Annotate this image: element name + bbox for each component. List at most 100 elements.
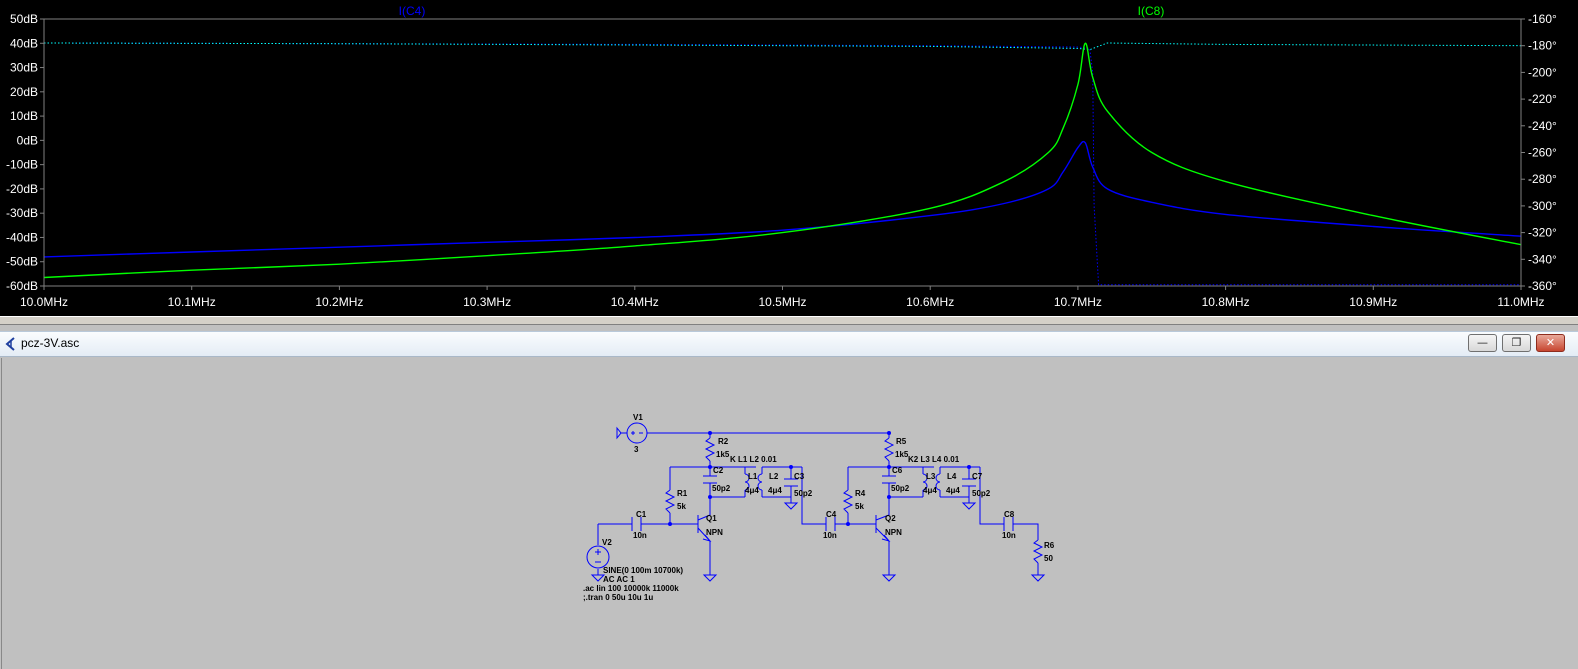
q2-transistor[interactable] (875, 514, 897, 582)
v2-label[interactable]: V2 (602, 538, 612, 547)
c4-label[interactable]: C4 (826, 510, 837, 519)
l4-label[interactable]: L4 (947, 472, 957, 481)
y-right-tick-label: -280° (1528, 172, 1557, 186)
y-left-tick-label: -60dB (6, 279, 38, 293)
q1-label[interactable]: Q1 (706, 514, 717, 523)
l2-label[interactable]: L2 (769, 472, 779, 481)
l2-value[interactable]: 4μ4 (768, 486, 782, 495)
c8-value[interactable]: 10n (1002, 531, 1016, 540)
c2-value[interactable]: 50p2 (712, 484, 731, 493)
x-tick-label: 10.0MHz (20, 295, 68, 309)
ltspice-app-icon[interactable] (4, 336, 18, 352)
y-left-tick-label: 50dB (10, 12, 38, 26)
schematic-titlebar[interactable]: pcz-3V.asc — ❐ ✕ (0, 331, 1578, 357)
schematic-title: pcz-3V.asc (21, 336, 80, 350)
c2-capacitor[interactable] (703, 475, 717, 484)
schematic-drawing[interactable]: V1 3 R2 1k5 R5 1k5 K L1 L2 0.01 K2 L3 L4… (2, 358, 1578, 669)
y-left-tick-label: 0dB (17, 133, 38, 147)
l3-label[interactable]: L3 (926, 472, 936, 481)
r4-resistor[interactable] (842, 489, 854, 514)
pane-splitter[interactable] (0, 316, 1578, 325)
r4-label[interactable]: R4 (855, 489, 866, 498)
v2-value-sine[interactable]: SINE(0 100m 10700k) (603, 566, 683, 575)
y-left-tick-label: 40dB (10, 36, 38, 50)
c6-capacitor[interactable] (882, 475, 896, 484)
v2-value-ac[interactable]: AC AC 1 (603, 575, 635, 584)
l4-value[interactable]: 4μ4 (946, 486, 960, 495)
close-icon: ✕ (1545, 336, 1556, 349)
q2-label[interactable]: Q2 (885, 514, 896, 523)
x-tick-label: 10.8MHz (1202, 295, 1250, 309)
q2-value[interactable]: NPN (885, 528, 902, 537)
q1-transistor[interactable] (697, 514, 718, 582)
y-right-tick-label: -360° (1528, 279, 1557, 293)
x-tick-label: 10.9MHz (1349, 295, 1397, 309)
c1-label[interactable]: C1 (636, 510, 647, 519)
c1-value[interactable]: 10n (633, 531, 647, 540)
r5-label[interactable]: R5 (896, 437, 907, 446)
c8-capacitor[interactable] (1003, 517, 1014, 531)
y-right-tick-label: -300° (1528, 199, 1557, 213)
c7-value[interactable]: 50p2 (972, 489, 991, 498)
r6-resistor[interactable] (1030, 539, 1046, 582)
q1-value[interactable]: NPN (706, 528, 723, 537)
r5-resistor[interactable] (883, 437, 895, 462)
k2-directive[interactable]: K2 L3 L4 0.01 (908, 455, 960, 464)
r1-label[interactable]: R1 (677, 489, 688, 498)
plot-frame (43, 18, 1522, 287)
waveform-plot-pane[interactable]: 10.0MHz 10.1MHz 10.2MHz 10.3MHz 10.4MHz 10.5M… (0, 0, 1578, 316)
y-left-tick-label: -50dB (6, 255, 38, 269)
schematic-window: pcz-3V.asc — ❐ ✕ V1 3 R2 1k5 R5 1k5 K L1… (0, 325, 1578, 669)
tran-directive[interactable]: ;.tran 0 50u 10u 1u (583, 593, 653, 602)
l1-label[interactable]: L1 (748, 472, 758, 481)
wires[interactable] (597, 432, 1039, 575)
c4-value[interactable]: 10n (823, 531, 837, 540)
restore-button[interactable]: ❐ (1502, 334, 1531, 352)
c1-capacitor[interactable] (631, 517, 642, 531)
l1-value[interactable]: 4μ4 (745, 486, 759, 495)
schematic-canvas[interactable]: V1 3 R2 1k5 R5 1k5 K L1 L2 0.01 K2 L3 L4… (1, 358, 1578, 669)
c6-value[interactable]: 50p2 (891, 484, 910, 493)
restore-icon: ❐ (1511, 336, 1522, 349)
y-left-tick-label: 10dB (10, 109, 38, 123)
y-left-tick-label: -20dB (6, 182, 38, 196)
r4-value[interactable]: 5k (855, 502, 864, 511)
x-tick-label: 10.7MHz (1054, 295, 1102, 309)
c6-label[interactable]: C6 (892, 466, 903, 475)
y-left-tick-label: -40dB (6, 230, 38, 244)
k1-directive[interactable]: K L1 L2 0.01 (730, 455, 777, 464)
v1-label[interactable]: V1 (633, 413, 643, 422)
v1-source[interactable] (616, 422, 648, 444)
y-left-tick-label: -10dB (6, 158, 38, 172)
r5-value[interactable]: 1k5 (895, 450, 909, 459)
r2-resistor[interactable] (704, 437, 716, 462)
c3-value[interactable]: 50p2 (794, 489, 813, 498)
y-right-tick-label: -260° (1528, 146, 1557, 160)
r1-value[interactable]: 5k (677, 502, 686, 511)
c3-label[interactable]: C3 (794, 472, 805, 481)
y-left-tick-label: 30dB (10, 61, 38, 75)
close-button[interactable]: ✕ (1536, 334, 1565, 352)
c8-label[interactable]: C8 (1004, 510, 1015, 519)
r6-value[interactable]: 50 (1044, 554, 1053, 563)
ac-directive[interactable]: .ac lin 100 10000k 11000k (583, 584, 679, 593)
y-right-tick-label: -240° (1528, 119, 1557, 133)
r2-value[interactable]: 1k5 (716, 450, 730, 459)
y-right-tick-label: -160° (1528, 12, 1557, 26)
r1-resistor[interactable] (664, 489, 676, 514)
trace-label-i-c4[interactable]: I(C4) (399, 4, 426, 18)
c2-label[interactable]: C2 (713, 466, 724, 475)
r6-label[interactable]: R6 (1044, 541, 1055, 550)
c7-label[interactable]: C7 (972, 472, 983, 481)
trace-label-i-c8[interactable]: I(C8) (1138, 4, 1165, 18)
r2-label[interactable]: R2 (718, 437, 729, 446)
i-c8-magnitude-trace (43, 42, 1522, 279)
l3-value[interactable]: 4μ4 (923, 486, 937, 495)
minimize-icon: — (1477, 336, 1488, 349)
minimize-button[interactable]: — (1468, 334, 1497, 352)
x-tick-label: 10.6MHz (906, 295, 954, 309)
v1-value[interactable]: 3 (634, 445, 639, 454)
waveform-plot[interactable]: 10.0MHz 10.1MHz 10.2MHz 10.3MHz 10.4MHz 10.5M… (0, 0, 1578, 316)
i-c8-phase-trace (43, 42, 1522, 51)
c4-capacitor[interactable] (825, 517, 836, 531)
